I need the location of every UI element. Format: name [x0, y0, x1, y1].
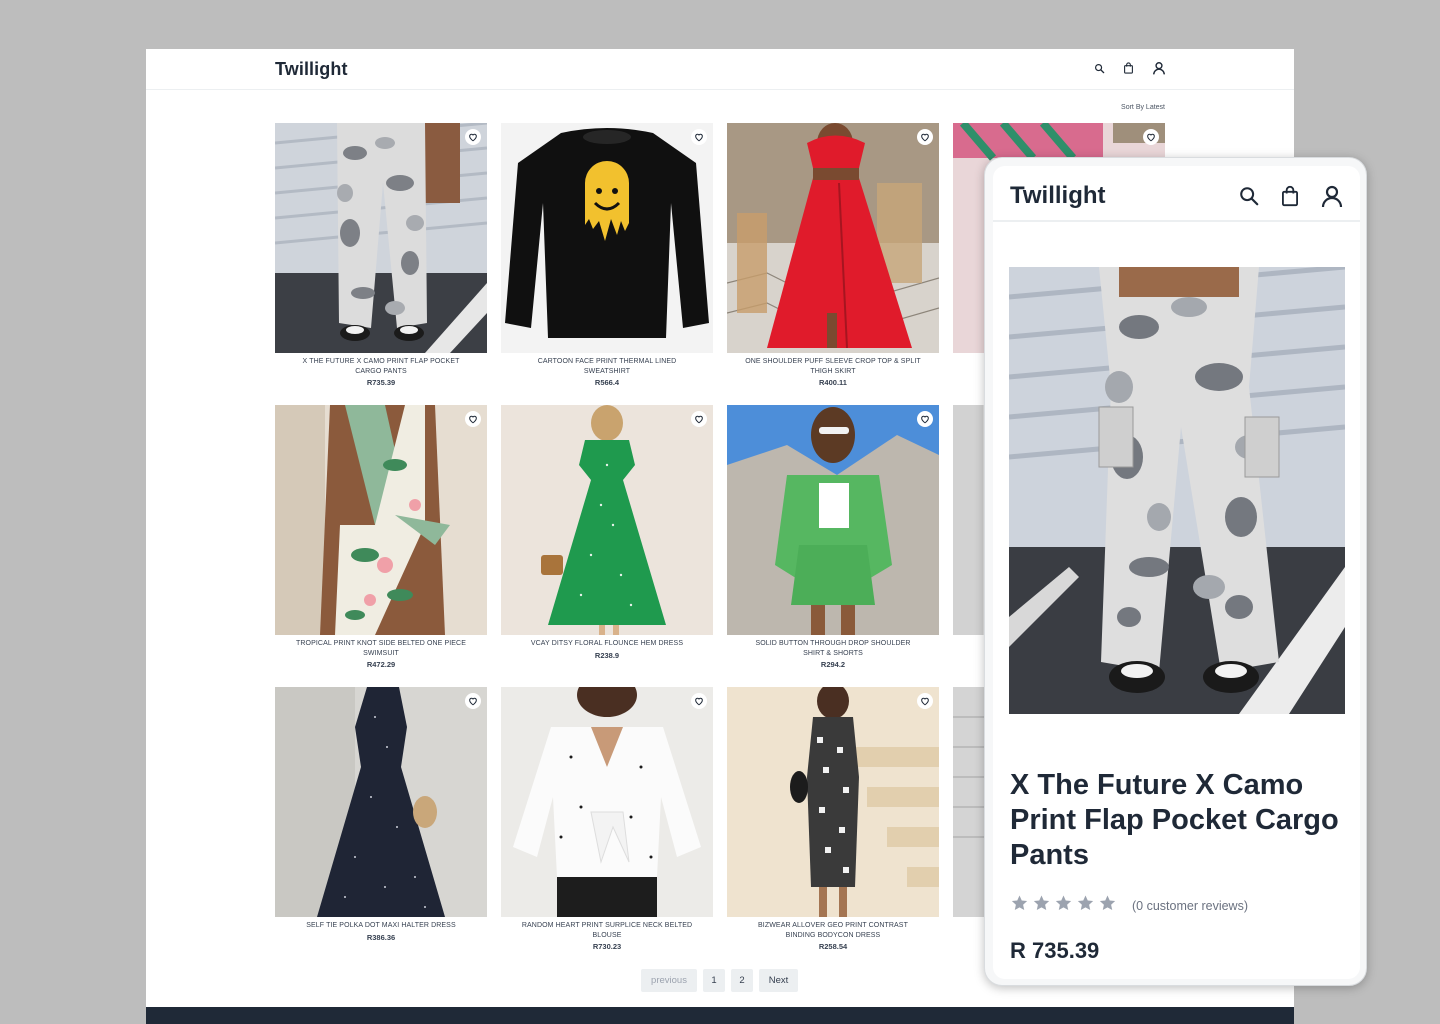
heart-icon[interactable]	[691, 693, 707, 709]
previous-page-button[interactable]: previous	[641, 969, 697, 992]
product-image[interactable]	[727, 123, 939, 353]
product-price: R294.2	[820, 660, 846, 669]
product-image[interactable]	[501, 123, 713, 353]
heart-icon[interactable]	[691, 411, 707, 427]
product-image[interactable]	[727, 405, 939, 635]
mobile-screen: Twillight X The Future X Camo Print Flap…	[993, 166, 1360, 979]
product-image[interactable]	[501, 405, 713, 635]
product-price: R400.11	[819, 378, 847, 387]
page-2-button[interactable]: 2	[731, 969, 753, 992]
product-price: R730.23	[592, 942, 622, 951]
user-icon[interactable]	[1320, 184, 1344, 213]
product-title[interactable]: Random Heart Print Surplice Neck Belted …	[501, 921, 713, 940]
product-card[interactable]: X The Future X Camo Print Flap Pocket Ca…	[275, 123, 487, 391]
product-price: R566.4	[594, 378, 620, 387]
page-1-button[interactable]: 1	[703, 969, 725, 992]
product-image[interactable]	[275, 123, 487, 353]
product-title[interactable]: Solid Button Through Drop Shoulder Shirt…	[727, 639, 939, 658]
bag-icon[interactable]	[1123, 62, 1134, 74]
product-card[interactable]: VCAY Ditsy Floral Flounce Hem Dress R238…	[501, 405, 713, 673]
search-icon[interactable]	[1238, 185, 1260, 212]
mobile-logo[interactable]: Twillight	[1010, 182, 1106, 210]
heart-icon[interactable]	[917, 693, 933, 709]
product-image[interactable]	[275, 687, 487, 917]
product-card[interactable]: Self Tie Polka Dot Maxi Halter Dress R38…	[275, 687, 487, 955]
product-card[interactable]: Tropical Print Knot Side Belted One Piec…	[275, 405, 487, 673]
heart-icon[interactable]	[917, 129, 933, 145]
heart-icon[interactable]	[465, 411, 481, 427]
product-image[interactable]	[275, 405, 487, 635]
product-card[interactable]: Bizwear Allover Geo Print Contrast Bindi…	[727, 687, 939, 955]
product-main-image[interactable]	[1009, 267, 1345, 714]
product-card[interactable]: Cartoon Face Print Thermal Lined Sweatsh…	[501, 123, 713, 391]
mobile-header: Twillight	[993, 166, 1360, 222]
site-header: Twillight	[146, 49, 1294, 90]
product-title[interactable]: Bizwear Allover Geo Print Contrast Bindi…	[727, 921, 939, 940]
product-image[interactable]	[501, 687, 713, 917]
product-price: R735.39	[366, 378, 396, 387]
sort-dropdown[interactable]: Sort By Latest	[1121, 104, 1165, 111]
heart-icon[interactable]	[465, 693, 481, 709]
product-price: R472.29	[366, 660, 396, 669]
product-rating: (0 customer reviews)	[1010, 894, 1248, 917]
next-page-button[interactable]: Next	[759, 969, 798, 992]
site-footer	[146, 1007, 1294, 1024]
star-icon	[1076, 894, 1095, 917]
site-logo[interactable]: Twillight	[275, 59, 348, 80]
product-card[interactable]: Random Heart Print Surplice Neck Belted …	[501, 687, 713, 955]
mobile-header-icons	[1238, 184, 1344, 213]
product-title: X The Future X Camo Print Flap Pocket Ca…	[1010, 769, 1339, 871]
star-icon	[1054, 894, 1073, 917]
product-title[interactable]: Self Tie Polka Dot Maxi Halter Dress	[275, 921, 487, 931]
heart-icon[interactable]	[691, 129, 707, 145]
product-price: R238.9	[594, 650, 620, 660]
star-icon	[1098, 894, 1117, 917]
heart-icon[interactable]	[1143, 129, 1159, 145]
pagination: previous 1 2 Next	[641, 969, 798, 992]
search-icon[interactable]	[1094, 63, 1105, 74]
product-image[interactable]	[727, 687, 939, 917]
product-price: R258.54	[818, 942, 848, 951]
header-icons	[1094, 61, 1166, 75]
product-title[interactable]: One Shoulder Puff Sleeve Crop Top & Spli…	[727, 357, 939, 376]
star-icon	[1010, 894, 1029, 917]
bag-icon[interactable]	[1280, 185, 1300, 212]
product-price: R 735.39	[1010, 938, 1100, 963]
product-price: R386.36	[366, 932, 396, 942]
product-card[interactable]: Solid Button Through Drop Shoulder Shirt…	[727, 405, 939, 673]
heart-icon[interactable]	[917, 411, 933, 427]
heart-icon[interactable]	[465, 129, 481, 145]
product-title[interactable]: X The Future X Camo Print Flap Pocket Ca…	[275, 357, 487, 376]
user-icon[interactable]	[1152, 61, 1166, 75]
product-title[interactable]: Tropical Print Knot Side Belted One Piec…	[275, 639, 487, 658]
mobile-device: Twillight X The Future X Camo Print Flap…	[984, 157, 1367, 986]
review-count-link[interactable]: (0 customer reviews)	[1132, 899, 1248, 913]
product-title[interactable]: VCAY Ditsy Floral Flounce Hem Dress	[501, 639, 713, 649]
star-icon	[1032, 894, 1051, 917]
product-card[interactable]: One Shoulder Puff Sleeve Crop Top & Spli…	[727, 123, 939, 391]
product-title[interactable]: Cartoon Face Print Thermal Lined Sweatsh…	[501, 357, 713, 376]
